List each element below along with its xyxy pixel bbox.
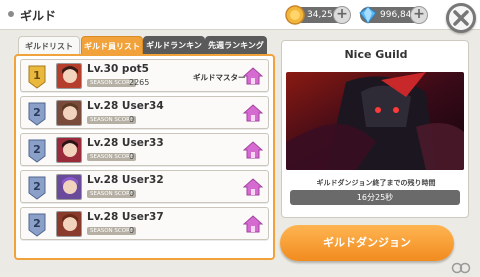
gem-icon bbox=[359, 6, 377, 24]
tab-guild-ranking[interactable]: ギルドランキング bbox=[143, 36, 205, 69]
member-row[interactable]: 2 Lv.28 User33 SEASON SCORE 0 bbox=[20, 133, 269, 166]
member-name: Lv.28 User32 bbox=[87, 174, 164, 186]
avatar bbox=[56, 174, 82, 200]
member-list[interactable]: 1 Lv.30 pot5 SEASON SCORE 2265 ギルドマスター 2 bbox=[14, 54, 275, 260]
tab-guild-members[interactable]: ギルド員リスト bbox=[81, 36, 143, 55]
tab-last-week-ranking[interactable]: 先週ランキング bbox=[205, 36, 267, 55]
member-row[interactable]: 2 Lv.28 User32 SEASON SCORE 0 bbox=[20, 170, 269, 203]
season-score-value: 0 bbox=[129, 152, 135, 161]
member-name: Lv.28 User37 bbox=[87, 211, 164, 223]
dungeon-timer-label: ギルドダンジョン終了までの残り時間 bbox=[316, 179, 436, 187]
avatar bbox=[56, 211, 82, 237]
season-score-value: 0 bbox=[129, 226, 135, 235]
guild-boss-image bbox=[286, 72, 464, 170]
home-icon[interactable] bbox=[243, 104, 263, 122]
season-score-value: 0 bbox=[129, 189, 135, 198]
avatar bbox=[56, 63, 82, 89]
avatar bbox=[56, 100, 82, 126]
coin-counter: 34,258 + bbox=[285, 5, 351, 25]
dungeon-timer-value: 16分25秒 bbox=[290, 190, 460, 205]
svg-text:2: 2 bbox=[33, 180, 41, 193]
title-bullet-icon bbox=[8, 11, 14, 17]
add-coins-button[interactable]: + bbox=[333, 6, 351, 24]
tab-guild-list[interactable]: ギルドリスト bbox=[18, 36, 80, 55]
member-name: Lv.30 pot5 bbox=[87, 63, 149, 75]
rank-badge-icon: 2 bbox=[28, 102, 46, 126]
member-row[interactable]: 2 Lv.28 User37 SEASON SCORE 0 bbox=[20, 207, 269, 240]
guild-name: Nice Guild bbox=[344, 48, 408, 61]
member-name: Lv.28 User34 bbox=[87, 100, 164, 112]
svg-text:2: 2 bbox=[33, 106, 41, 119]
home-icon[interactable] bbox=[243, 215, 263, 233]
season-score-value: 2265 bbox=[129, 78, 150, 87]
home-icon[interactable] bbox=[243, 141, 263, 159]
watermark-logo-icon bbox=[451, 262, 471, 274]
member-row[interactable]: 1 Lv.30 pot5 SEASON SCORE 2265 ギルドマスター bbox=[20, 59, 269, 92]
svg-text:2: 2 bbox=[33, 143, 41, 156]
avatar bbox=[56, 137, 82, 163]
guild-info-panel: Nice Guild ギルドダンジョン終了までの残り時間 16分25秒 bbox=[281, 40, 469, 218]
home-icon[interactable] bbox=[243, 178, 263, 196]
rank-badge-icon: 2 bbox=[28, 213, 46, 237]
guild-dungeon-button[interactable]: ギルドダンジョン bbox=[280, 225, 454, 261]
home-icon[interactable] bbox=[243, 67, 263, 85]
gem-counter: 996,845 + bbox=[359, 6, 428, 24]
member-name: Lv.28 User33 bbox=[87, 137, 164, 149]
rank-badge-icon: 2 bbox=[28, 139, 46, 163]
close-icon bbox=[453, 10, 469, 26]
rank-badge-icon: 2 bbox=[28, 176, 46, 200]
season-score-value: 0 bbox=[129, 115, 135, 124]
coin-icon bbox=[285, 5, 305, 25]
rank-badge-icon: 1 bbox=[28, 65, 46, 89]
member-role: ギルドマスター bbox=[193, 73, 246, 82]
add-gems-button[interactable]: + bbox=[410, 6, 428, 24]
page-title: ギルド bbox=[20, 9, 57, 23]
member-row[interactable]: 2 Lv.28 User34 SEASON SCORE 0 bbox=[20, 96, 269, 129]
top-bar: ギルド 34,258 + 996,845 + bbox=[0, 0, 480, 30]
close-button[interactable] bbox=[446, 3, 476, 33]
svg-text:1: 1 bbox=[33, 69, 41, 82]
svg-text:2: 2 bbox=[33, 217, 41, 230]
